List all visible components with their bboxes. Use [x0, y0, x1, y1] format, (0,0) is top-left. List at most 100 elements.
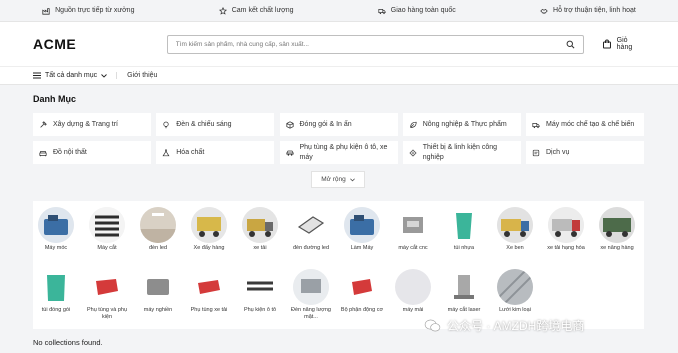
product-item[interactable]: Đèn năng lượng mặt... — [288, 269, 334, 321]
product-item[interactable]: Xe đẩy hàng — [186, 207, 232, 252]
flask-icon — [162, 148, 170, 156]
topbar-label: Cam kết chất lượng — [231, 7, 294, 14]
product-item[interactable]: Xe ben — [492, 207, 538, 252]
product-item[interactable]: máy nghiền — [135, 269, 181, 314]
product-thumbnail — [446, 207, 482, 243]
product-item[interactable]: Phụ tùng xe tải — [186, 269, 232, 314]
product-thumbnail — [89, 269, 125, 305]
product-item[interactable]: xe nâng hàng — [594, 207, 640, 252]
category-label: Máy móc chế tạo & chế biến — [546, 120, 635, 128]
category-label: Dịch vụ — [546, 148, 570, 156]
categories-title: Danh Mục — [33, 94, 77, 104]
category-construction[interactable]: Xây dựng & Trang trí — [33, 113, 151, 136]
bulb-icon — [163, 121, 169, 128]
product-item[interactable]: Phụ kiện ô tô — [237, 269, 283, 314]
product-thumbnail — [548, 207, 584, 243]
category-label: Nông nghiệp & Thực phẩm — [422, 120, 507, 128]
site-header: ACME Giỏ hàng — [0, 22, 678, 66]
product-thumbnail — [140, 269, 176, 305]
product-thumbnail — [242, 207, 278, 243]
topbar-label: Giao hàng toàn quốc — [390, 7, 456, 14]
product-item[interactable]: xe tải — [237, 207, 283, 252]
gear-icon — [409, 149, 417, 156]
product-thumbnail — [344, 269, 380, 305]
category-label: Hóa chất — [176, 148, 205, 156]
product-item[interactable]: Phụ tùng và phụ kiện — [84, 269, 130, 321]
product-label: đèn đường led — [292, 245, 330, 251]
search-input[interactable] — [175, 40, 566, 48]
nav-link-intro[interactable]: Giới thiệu — [117, 72, 157, 79]
product-item[interactable]: máy cắt cnc — [390, 207, 436, 252]
category-label: Đèn & chiếu sáng — [176, 120, 232, 128]
topbar-item-factory: Nguồn trực tiếp từ xưởng — [42, 7, 134, 15]
category-services[interactable]: Dịch vụ — [526, 141, 644, 164]
product-label: Phụ tùng xe tải — [190, 307, 228, 313]
product-item[interactable]: Lưới kim loại — [492, 269, 538, 314]
product-thumbnail — [395, 269, 431, 305]
product-label: máy cắt laser — [447, 307, 481, 313]
cart-button[interactable]: Giỏ hàng — [602, 37, 645, 51]
sofa-icon — [39, 150, 47, 156]
all-categories-menu[interactable]: Tất cả danh mục — [33, 72, 118, 79]
category-grid: Xây dựng & Trang trí Đèn & chiếu sáng Đó… — [33, 113, 644, 164]
product-item[interactable]: Máy móc — [33, 207, 79, 252]
product-label: Đèn năng lượng mặt... — [290, 307, 331, 321]
factory-icon — [42, 7, 50, 15]
product-label: Bộ phận động cơ — [340, 307, 384, 313]
topbar-item-delivery: Giao hàng toàn quốc — [378, 7, 456, 15]
topbar-label: Hỗ trợ thuận tiện, linh hoạt — [553, 7, 636, 14]
product-label: máy cắt cnc — [398, 245, 428, 251]
category-packaging[interactable]: Đóng gói & In ấn — [279, 113, 398, 136]
product-label: Xe ben — [506, 245, 524, 251]
star-icon — [218, 6, 227, 15]
product-thumbnail — [599, 207, 635, 243]
product-label: Làm Máy — [350, 245, 374, 251]
empty-collections-message: No collections found. — [33, 338, 103, 347]
product-item[interactable]: túi nhựa — [441, 207, 487, 252]
product-thumbnail — [293, 207, 329, 243]
main-nav: Tất cả danh mục Giới thiệu — [0, 66, 678, 85]
product-label: túi nhựa — [453, 245, 475, 251]
box-icon — [285, 120, 294, 129]
chevron-down-icon — [101, 73, 107, 78]
product-thumbnail — [497, 207, 533, 243]
category-lighting[interactable]: Đèn & chiếu sáng — [156, 113, 275, 136]
truck-icon — [378, 8, 386, 14]
chevron-down-icon — [349, 177, 355, 181]
product-label: Phụ tùng và phụ kiện — [86, 307, 128, 321]
product-label: Xe đẩy hàng — [193, 245, 225, 251]
product-item[interactable]: Làm Máy — [339, 207, 385, 252]
product-item[interactable]: xe tải hạng hóa — [543, 207, 589, 252]
product-label: máy mài — [402, 307, 424, 313]
product-thumbnail — [38, 269, 74, 305]
product-thumbnail — [140, 207, 176, 243]
car-icon — [285, 150, 294, 156]
hammer-icon — [40, 120, 47, 128]
product-item[interactable]: máy cắt laser — [441, 269, 487, 314]
category-machinery[interactable]: Máy móc chế tạo & chế biến — [526, 113, 644, 136]
product-item[interactable]: túi đóng gói — [33, 269, 79, 314]
product-thumbnail — [38, 207, 74, 243]
topbar-label: Nguồn trực tiếp từ xưởng — [55, 7, 135, 14]
product-item[interactable]: Máy cắt — [84, 207, 130, 252]
category-industrial[interactable]: Thiết bị & linh kiện công nghiệp — [402, 141, 521, 164]
all-categories-label: Tất cả danh mục — [45, 72, 98, 79]
category-label: Thiết bị & linh kiện công nghiệp — [422, 144, 498, 161]
category-auto-parts[interactable]: Phụ tùng & phụ kiện ô tô, xe máy — [279, 141, 398, 164]
category-label: Đồ nội thất — [53, 148, 87, 156]
expand-categories-button[interactable]: Mở rộng — [311, 171, 365, 188]
product-item[interactable]: Bộ phận động cơ — [339, 269, 385, 314]
category-chemicals[interactable]: Hóa chất — [156, 141, 275, 164]
product-label: máy nghiền — [143, 307, 173, 313]
search-icon[interactable] — [566, 40, 575, 49]
category-furniture[interactable]: Đồ nội thất — [33, 141, 151, 164]
product-item[interactable]: đèn led — [135, 207, 181, 252]
product-thumbnail — [446, 269, 482, 305]
truck-icon — [532, 122, 540, 128]
product-item[interactable]: máy mài — [390, 269, 436, 314]
search-box[interactable] — [166, 34, 584, 54]
site-logo[interactable]: ACME — [33, 36, 167, 52]
product-thumbnail — [293, 269, 329, 305]
category-agriculture[interactable]: Nông nghiệp & Thực phẩm — [402, 113, 521, 136]
product-item[interactable]: đèn đường led — [288, 207, 334, 252]
